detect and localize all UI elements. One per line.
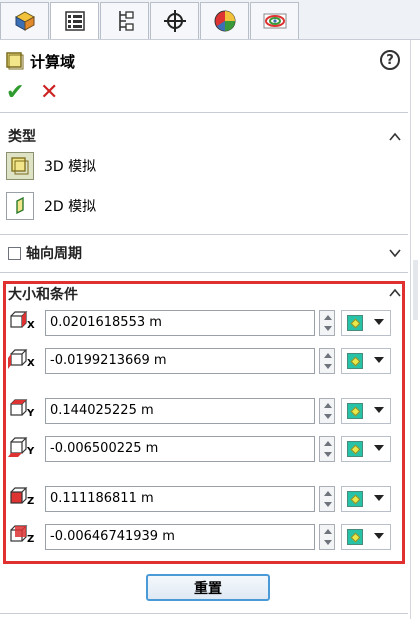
axial-periodicity-label: 轴向周期	[26, 246, 82, 262]
help-icon[interactable]: ?	[380, 50, 400, 70]
param-row-x-max: X 0.0201618553 m	[8, 310, 400, 336]
y-max-spinner[interactable]	[319, 398, 335, 424]
configuration-manager-icon	[118, 11, 134, 31]
option-label: 2D 模拟	[44, 199, 97, 215]
divider	[0, 613, 408, 614]
flow-simulation-icon	[263, 13, 286, 29]
property-manager-icon	[64, 11, 85, 31]
y-min-spinner[interactable]	[319, 436, 335, 462]
y-min-input[interactable]: -0.006500225 m	[45, 436, 315, 462]
axis-label: X	[27, 358, 35, 369]
z-min-input[interactable]: -0.00646741939 m	[45, 524, 315, 550]
z-max-spinner[interactable]	[319, 486, 335, 512]
dimxpert-crosshair-icon	[163, 10, 186, 32]
chevron-down-icon[interactable]	[374, 445, 384, 451]
x-min-input[interactable]: -0.0199213669 m	[45, 348, 315, 374]
divider	[0, 112, 408, 113]
chevron-up-icon[interactable]	[388, 286, 402, 300]
tab-dimxpert[interactable]	[150, 2, 199, 39]
tab-bar	[0, 0, 420, 40]
option-3d-simulation[interactable]: 3D 模拟	[6, 152, 96, 180]
x-max-mode-icon[interactable]	[345, 310, 365, 336]
reset-button[interactable]: 重置	[146, 574, 270, 601]
param-row-y-min: Y -0.006500225 m	[8, 436, 400, 462]
chevron-down-icon[interactable]	[388, 246, 402, 260]
cancel-icon[interactable]: ✕	[40, 82, 58, 104]
param-row-z-max: Z 0.111186811 m	[8, 486, 400, 512]
axis-label: Y	[27, 446, 35, 457]
page-title: 计算域	[30, 52, 76, 71]
axial-periodicity-row[interactable]: 轴向周期	[8, 243, 82, 263]
y-max-mode-icon[interactable]	[345, 398, 365, 424]
axis-label: Z	[27, 496, 35, 507]
x-min-spinner[interactable]	[319, 348, 335, 374]
x-max-spinner[interactable]	[319, 310, 335, 336]
tab-flow-simulation[interactable]	[250, 2, 299, 39]
divider	[0, 272, 408, 273]
chevron-down-icon[interactable]	[374, 495, 384, 501]
chevron-down-icon[interactable]	[374, 407, 384, 413]
z-min-mode-icon[interactable]	[345, 524, 365, 550]
tab-feature-manager[interactable]	[0, 2, 49, 39]
divider	[0, 234, 408, 235]
axis-label: Y	[27, 408, 35, 419]
tab-property-manager[interactable]	[50, 2, 99, 39]
axis-label: X	[27, 320, 35, 331]
scrollbar-thumb[interactable]	[413, 260, 418, 320]
y-min-mode-icon[interactable]	[345, 436, 365, 462]
2d-simulation-icon	[6, 192, 34, 220]
chevron-up-icon[interactable]	[388, 130, 402, 144]
param-row-x-min: X -0.0199213669 m	[8, 348, 400, 374]
y-max-input[interactable]: 0.144025225 m	[45, 398, 315, 424]
computational-domain-icon	[6, 52, 24, 70]
tab-display-manager[interactable]	[200, 2, 249, 39]
scrollbar[interactable]	[410, 40, 420, 619]
panel-title-row: 计算域	[6, 50, 75, 72]
option-2d-simulation[interactable]: 2D 模拟	[6, 192, 96, 220]
param-row-z-min: Z -0.00646741939 m	[8, 524, 400, 550]
x-min-mode-icon[interactable]	[345, 348, 365, 374]
axis-label: Z	[27, 534, 35, 545]
chevron-down-icon[interactable]	[374, 319, 384, 325]
x-max-input[interactable]: 0.0201618553 m	[45, 310, 315, 336]
z-min-spinner[interactable]	[319, 524, 335, 550]
chevron-down-icon[interactable]	[374, 357, 384, 363]
display-manager-icon	[214, 10, 235, 32]
ok-icon[interactable]: ✔	[6, 82, 24, 104]
chevron-down-icon[interactable]	[374, 533, 384, 539]
3d-simulation-icon	[6, 152, 34, 180]
size-section-header[interactable]: 大小和条件	[8, 284, 78, 304]
feature-manager-icon	[14, 11, 35, 31]
z-max-mode-icon[interactable]	[345, 486, 365, 512]
z-max-input[interactable]: 0.111186811 m	[45, 486, 315, 512]
param-row-y-max: Y 0.144025225 m	[8, 398, 400, 424]
option-label: 3D 模拟	[44, 159, 97, 175]
tab-configuration-manager[interactable]	[100, 2, 149, 39]
type-section-header[interactable]: 类型	[8, 126, 36, 146]
axial-periodicity-checkbox[interactable]	[8, 246, 21, 260]
